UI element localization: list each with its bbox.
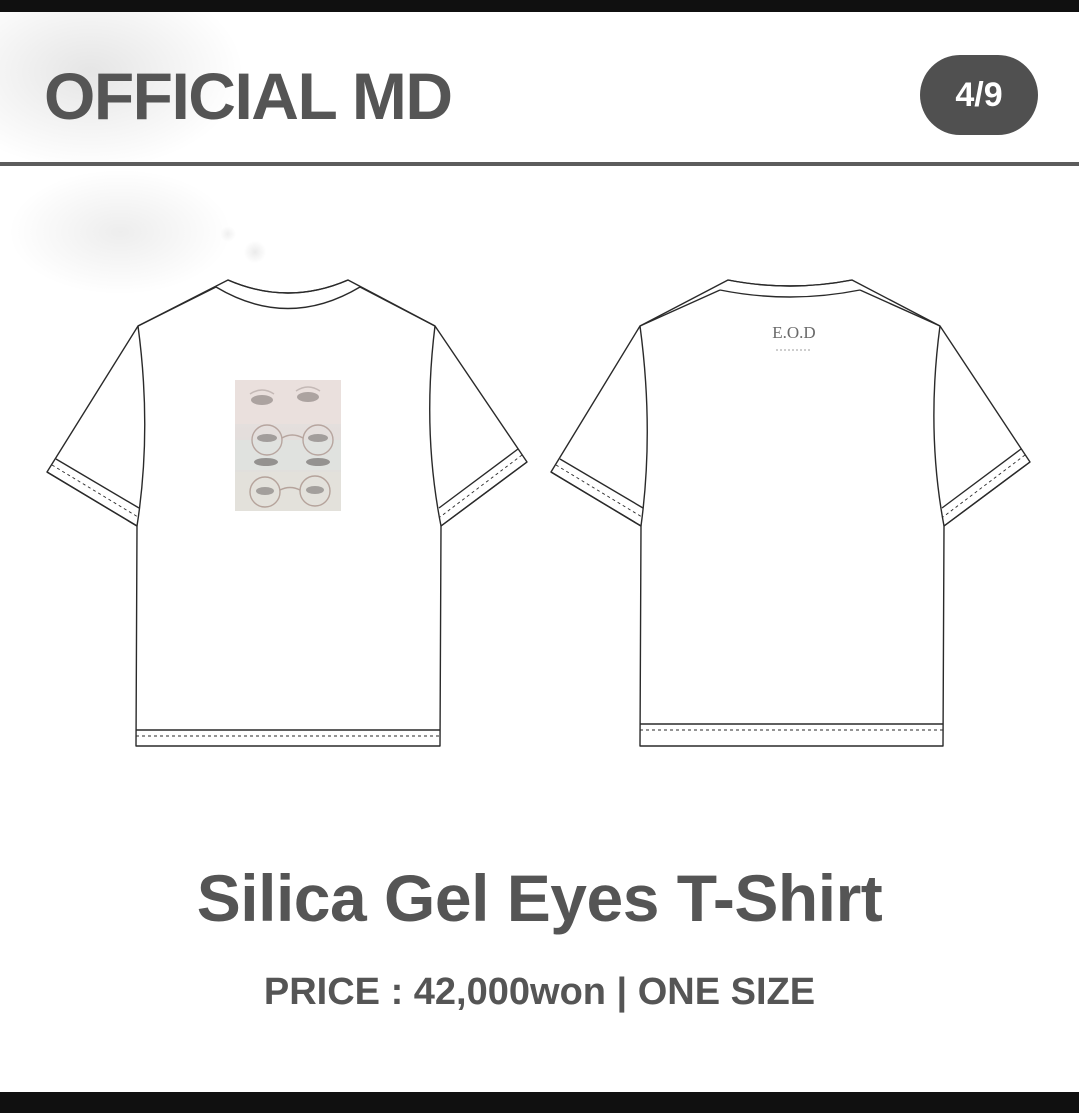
tshirt-front bbox=[46, 279, 528, 747]
top-frame-bar bbox=[0, 0, 1079, 12]
tshirt-illustrations: E.O.D bbox=[46, 279, 1031, 747]
header-divider bbox=[0, 162, 1079, 166]
product-name: Silica Gel Eyes T-Shirt bbox=[196, 861, 883, 935]
page-title: OFFICIAL MD bbox=[44, 59, 453, 133]
eod-logo-print: E.O.D bbox=[772, 323, 815, 342]
eyes-photo-print bbox=[235, 380, 341, 511]
product-price-size: PRICE : 42,000won | ONE SIZE bbox=[263, 971, 816, 1013]
tshirt-back bbox=[550, 279, 1031, 747]
page-indicator[interactable]: 4/9 bbox=[920, 55, 1038, 135]
bottom-frame-bar bbox=[0, 1092, 1079, 1113]
